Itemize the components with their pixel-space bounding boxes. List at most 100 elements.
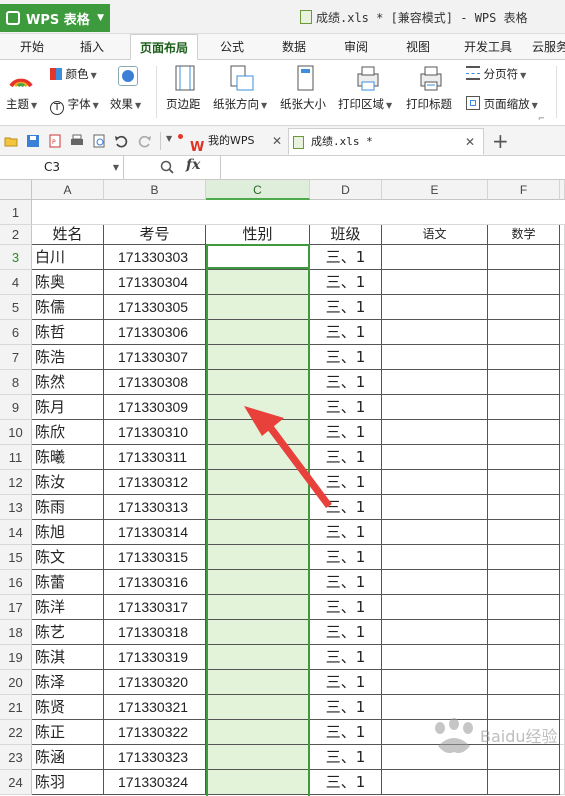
cell-math[interactable] — [488, 620, 560, 645]
cell-chinese[interactable] — [382, 245, 488, 270]
cell-class[interactable]: 三、1 — [310, 570, 382, 595]
cell-gender[interactable] — [206, 670, 310, 695]
cell-class[interactable]: 三、1 — [310, 545, 382, 570]
cell-id[interactable]: 171330323 — [104, 745, 206, 770]
cell-math[interactable] — [488, 420, 560, 445]
header-cell-math[interactable]: 数学 — [488, 225, 560, 245]
cell-math[interactable] — [488, 270, 560, 295]
dialog-launcher-icon[interactable]: ⌐ — [538, 114, 545, 123]
row-header-24[interactable]: 24 — [0, 770, 32, 795]
header-cell-chinese[interactable]: 语文 — [382, 225, 488, 245]
tab-insert[interactable]: 插入 — [68, 34, 116, 60]
row-header-12[interactable]: 12 — [0, 470, 32, 495]
cell-class[interactable]: 三、1 — [310, 370, 382, 395]
cell-chinese[interactable] — [382, 420, 488, 445]
cell-class[interactable]: 三、1 — [310, 670, 382, 695]
cell-class[interactable]: 三、1 — [310, 645, 382, 670]
cell-class[interactable]: 三、1 — [310, 245, 382, 270]
cell-id[interactable]: 171330319 — [104, 645, 206, 670]
row-header-1[interactable]: 1 — [0, 200, 32, 225]
cell-chinese[interactable] — [382, 445, 488, 470]
cell-gender[interactable] — [206, 545, 310, 570]
cell-gender[interactable] — [206, 295, 310, 320]
open-folder-icon[interactable] — [4, 134, 18, 148]
cell-chinese[interactable] — [382, 270, 488, 295]
cell-name[interactable]: 白川 — [32, 245, 104, 270]
row-header-10[interactable]: 10 — [0, 420, 32, 445]
column-header-b[interactable]: B — [104, 180, 206, 200]
column-header-f[interactable]: F — [488, 180, 560, 200]
cell-chinese[interactable] — [382, 670, 488, 695]
row-header-21[interactable]: 21 — [0, 695, 32, 720]
cell-gender[interactable] — [206, 620, 310, 645]
close-icon[interactable]: ✕ — [465, 129, 475, 155]
cell-g[interactable] — [560, 420, 565, 445]
cell-math[interactable] — [488, 520, 560, 545]
cell-g[interactable] — [560, 545, 565, 570]
cell-id[interactable]: 171330316 — [104, 570, 206, 595]
row-header-4[interactable]: 4 — [0, 270, 32, 295]
cell-g[interactable] — [560, 645, 565, 670]
row-header-14[interactable]: 14 — [0, 520, 32, 545]
formula-input[interactable] — [220, 156, 565, 179]
header-cell-id[interactable]: 考号 — [104, 225, 206, 245]
cell-g[interactable] — [560, 720, 565, 745]
tab-cloud[interactable]: 云服务 — [532, 34, 565, 60]
cell-gender[interactable] — [206, 270, 310, 295]
cell-name[interactable]: 陈欣 — [32, 420, 104, 445]
cell-g[interactable] — [560, 345, 565, 370]
cell-gender[interactable] — [206, 770, 310, 795]
cell-math[interactable] — [488, 345, 560, 370]
header-cell-class[interactable]: 班级 — [310, 225, 382, 245]
page-scale-button[interactable]: 页面缩放 ▼ — [466, 96, 538, 112]
cell-name[interactable]: 陈涵 — [32, 745, 104, 770]
row-header-7[interactable]: 7 — [0, 345, 32, 370]
cell-class[interactable]: 三、1 — [310, 745, 382, 770]
cell-gender[interactable] — [206, 645, 310, 670]
cell-gender[interactable] — [206, 345, 310, 370]
cell-name[interactable]: 陈哲 — [32, 320, 104, 345]
cell-g[interactable] — [560, 620, 565, 645]
cell-math[interactable] — [488, 370, 560, 395]
tab-home[interactable]: 开始 — [8, 34, 56, 60]
cell-id[interactable]: 171330317 — [104, 595, 206, 620]
cell-id[interactable]: 171330306 — [104, 320, 206, 345]
row-header-16[interactable]: 16 — [0, 570, 32, 595]
tab-developer[interactable]: 开发工具 — [456, 34, 520, 60]
cell-id[interactable]: 171330322 — [104, 720, 206, 745]
cell-name[interactable]: 陈艺 — [32, 620, 104, 645]
close-icon[interactable]: ✕ — [272, 128, 282, 154]
row-header-13[interactable]: 13 — [0, 495, 32, 520]
undo-icon[interactable] — [114, 134, 128, 148]
row-header-2[interactable]: 2 — [0, 225, 32, 245]
cell-math[interactable] — [488, 395, 560, 420]
cell-name[interactable]: 陈儒 — [32, 295, 104, 320]
cell-class[interactable]: 三、1 — [310, 420, 382, 445]
row-header-8[interactable]: 8 — [0, 370, 32, 395]
cell-name[interactable]: 陈贤 — [32, 695, 104, 720]
cell-id[interactable]: 171330305 — [104, 295, 206, 320]
cell-gender[interactable] — [206, 495, 310, 520]
row-header-17[interactable]: 17 — [0, 595, 32, 620]
row-header-23[interactable]: 23 — [0, 745, 32, 770]
cell-math[interactable] — [488, 595, 560, 620]
cell-g[interactable] — [560, 570, 565, 595]
cell-class[interactable]: 三、1 — [310, 495, 382, 520]
cell-math[interactable] — [488, 445, 560, 470]
cell-id[interactable]: 171330324 — [104, 770, 206, 795]
cell-class[interactable]: 三、1 — [310, 445, 382, 470]
column-header-c[interactable]: C — [206, 180, 310, 200]
row-header-20[interactable]: 20 — [0, 670, 32, 695]
export-pdf-icon[interactable]: P — [48, 134, 62, 148]
column-header-g[interactable] — [560, 180, 565, 200]
theme-button[interactable]: 主题 ▼ — [6, 96, 37, 112]
cell-name[interactable]: 陈淇 — [32, 645, 104, 670]
cell-id[interactable]: 171330318 — [104, 620, 206, 645]
cell-name[interactable]: 陈雨 — [32, 495, 104, 520]
cell-g[interactable] — [560, 770, 565, 795]
cell-gender[interactable] — [206, 720, 310, 745]
redo-icon[interactable] — [138, 134, 152, 148]
cell-chinese[interactable] — [382, 395, 488, 420]
cell-chinese[interactable] — [382, 470, 488, 495]
cell-id[interactable]: 171330303 — [104, 245, 206, 270]
